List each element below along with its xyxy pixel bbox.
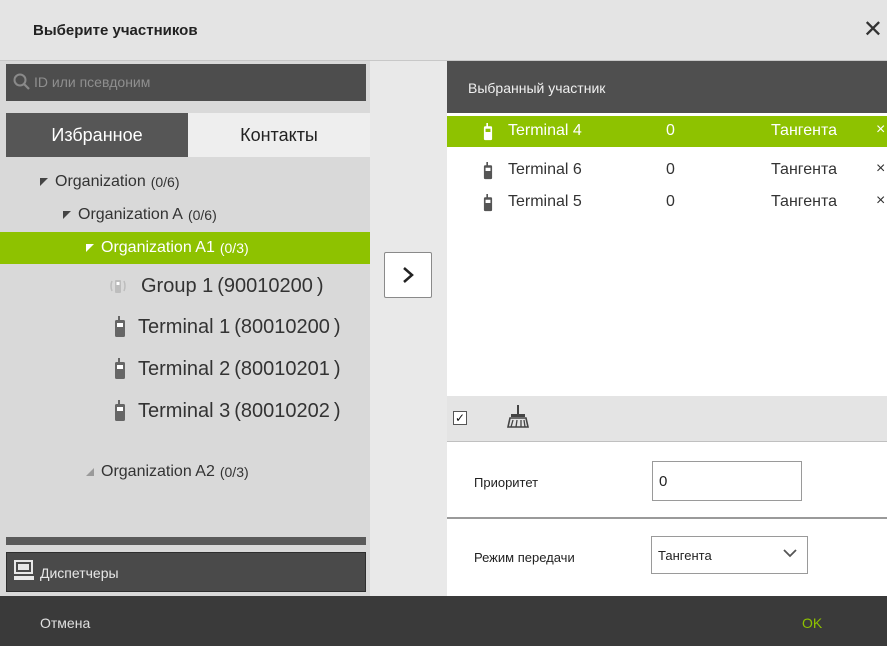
tree-node-count: (0/6) <box>187 207 217 223</box>
collapse-triangle-icon[interactable] <box>86 468 94 476</box>
selected-row-mode: Тангента <box>771 193 838 210</box>
transmit-mode-label: Режим передачи <box>474 550 575 565</box>
transmit-mode-select[interactable]: Тангента <box>651 536 808 574</box>
search-icon <box>13 73 30 90</box>
radio-terminal-icon <box>483 162 493 180</box>
tree-node-label: Organization A1 <box>101 239 215 256</box>
add-to-selection-button[interactable] <box>384 252 432 298</box>
remove-icon[interactable]: × <box>876 121 885 139</box>
transmit-mode-row: Режим передачи Тангента <box>447 519 887 592</box>
remove-icon[interactable]: × <box>876 160 885 178</box>
dispatcher-console-icon <box>14 560 34 580</box>
selection-toolbar: ✓ <box>447 396 887 442</box>
remove-icon[interactable]: × <box>876 192 885 210</box>
tab-bar: Избранное Контакты <box>6 113 370 157</box>
radio-terminal-icon <box>115 358 125 379</box>
right-panel: Выбранный участник Terminal 4 0 Тангента… <box>447 61 887 596</box>
chevron-right-icon <box>403 267 414 283</box>
expand-triangle-icon[interactable] <box>40 178 48 186</box>
priority-label: Приоритет <box>474 475 539 490</box>
tab-contacts[interactable]: Контакты <box>188 113 370 157</box>
ok-button[interactable]: OK <box>802 615 822 631</box>
tree-node-organization[interactable]: Organization (0/6) <box>0 166 180 198</box>
selected-row-name: Terminal 5 <box>508 193 582 210</box>
search-box <box>6 64 366 101</box>
tree-node-count: (0/3) <box>219 464 249 480</box>
dialog-title: Выберите участников <box>33 22 198 39</box>
tree-node-organization-a2[interactable]: Organization A2 (0/3) <box>0 456 249 488</box>
cancel-button[interactable]: Отмена <box>40 615 90 631</box>
radio-terminal-icon <box>115 400 125 421</box>
tree-member-group-1[interactable]: Group 1 (90010200 ) <box>0 266 324 306</box>
selected-row[interactable]: Terminal 5 0 Тангента × <box>447 187 887 218</box>
dialog-footer: Отмена OK <box>0 596 887 646</box>
tree-node-count: (0/3) <box>219 240 249 256</box>
selected-row-number: 0 <box>666 122 675 139</box>
group-icon <box>110 280 126 293</box>
close-icon[interactable]: ✕ <box>863 18 883 42</box>
tab-favorites[interactable]: Избранное <box>6 113 188 157</box>
selected-row-number: 0 <box>666 161 675 178</box>
search-input[interactable] <box>34 70 354 94</box>
organization-tree: Organization (0/6) Organization A (0/6) … <box>0 166 370 536</box>
selected-row-name: Terminal 4 <box>508 122 582 139</box>
selected-row[interactable]: Terminal 4 0 Тангента × <box>447 116 887 147</box>
dispatchers-bar[interactable]: Диспетчеры <box>6 552 366 592</box>
selected-row[interactable]: Terminal 6 0 Тангента × <box>447 155 887 186</box>
dispatchers-label: Диспетчеры <box>40 565 119 581</box>
radio-terminal-icon <box>115 316 125 337</box>
broom-icon[interactable] <box>507 405 529 429</box>
selected-header: Выбранный участник <box>447 61 887 113</box>
radio-terminal-icon <box>483 123 493 141</box>
selected-row-number: 0 <box>666 193 675 210</box>
selected-header-label: Выбранный участник <box>468 80 606 96</box>
tree-node-label: Organization A <box>78 206 183 223</box>
expand-triangle-icon[interactable] <box>63 211 71 219</box>
tree-member-terminal-1[interactable]: Terminal 1 (80010200 ) <box>0 307 341 347</box>
tree-member-label: Group 1 (90010200 ) <box>141 274 324 297</box>
priority-row: Приоритет 0 <box>447 444 887 517</box>
tree-member-terminal-3[interactable]: Terminal 3 (80010202 ) <box>0 391 341 431</box>
tree-node-label: Organization A2 <box>101 463 215 480</box>
expand-triangle-icon[interactable] <box>86 244 94 252</box>
priority-field[interactable]: 0 <box>652 461 802 501</box>
selected-row-mode: Тангента <box>771 122 838 139</box>
selected-row-name: Terminal 6 <box>508 161 582 178</box>
select-all-checkbox[interactable]: ✓ <box>453 411 467 425</box>
tree-node-label: Organization <box>55 173 146 190</box>
tree-member-label: Terminal 3 (80010202 ) <box>138 399 341 422</box>
tree-node-organization-a1[interactable]: Organization A1 (0/3) <box>0 232 370 264</box>
dialog-titlebar: Выберите участников ✕ <box>0 0 887 61</box>
tree-node-count: (0/6) <box>150 174 180 190</box>
radio-terminal-icon <box>483 194 493 212</box>
tree-member-label: Terminal 1 (80010200 ) <box>138 315 341 338</box>
tree-member-label: Terminal 2 (80010201 ) <box>138 357 341 380</box>
transfer-column <box>370 61 447 596</box>
tree-node-organization-a[interactable]: Organization A (0/6) <box>0 199 217 231</box>
transmit-mode-value: Тангента <box>658 548 712 563</box>
tree-member-terminal-2[interactable]: Terminal 2 (80010201 ) <box>0 349 341 389</box>
left-panel: Избранное Контакты Organization (0/6) Or… <box>0 61 370 596</box>
splitter-handle[interactable] <box>6 537 366 545</box>
selected-row-mode: Тангента <box>771 161 838 178</box>
chevron-down-icon <box>783 549 797 558</box>
